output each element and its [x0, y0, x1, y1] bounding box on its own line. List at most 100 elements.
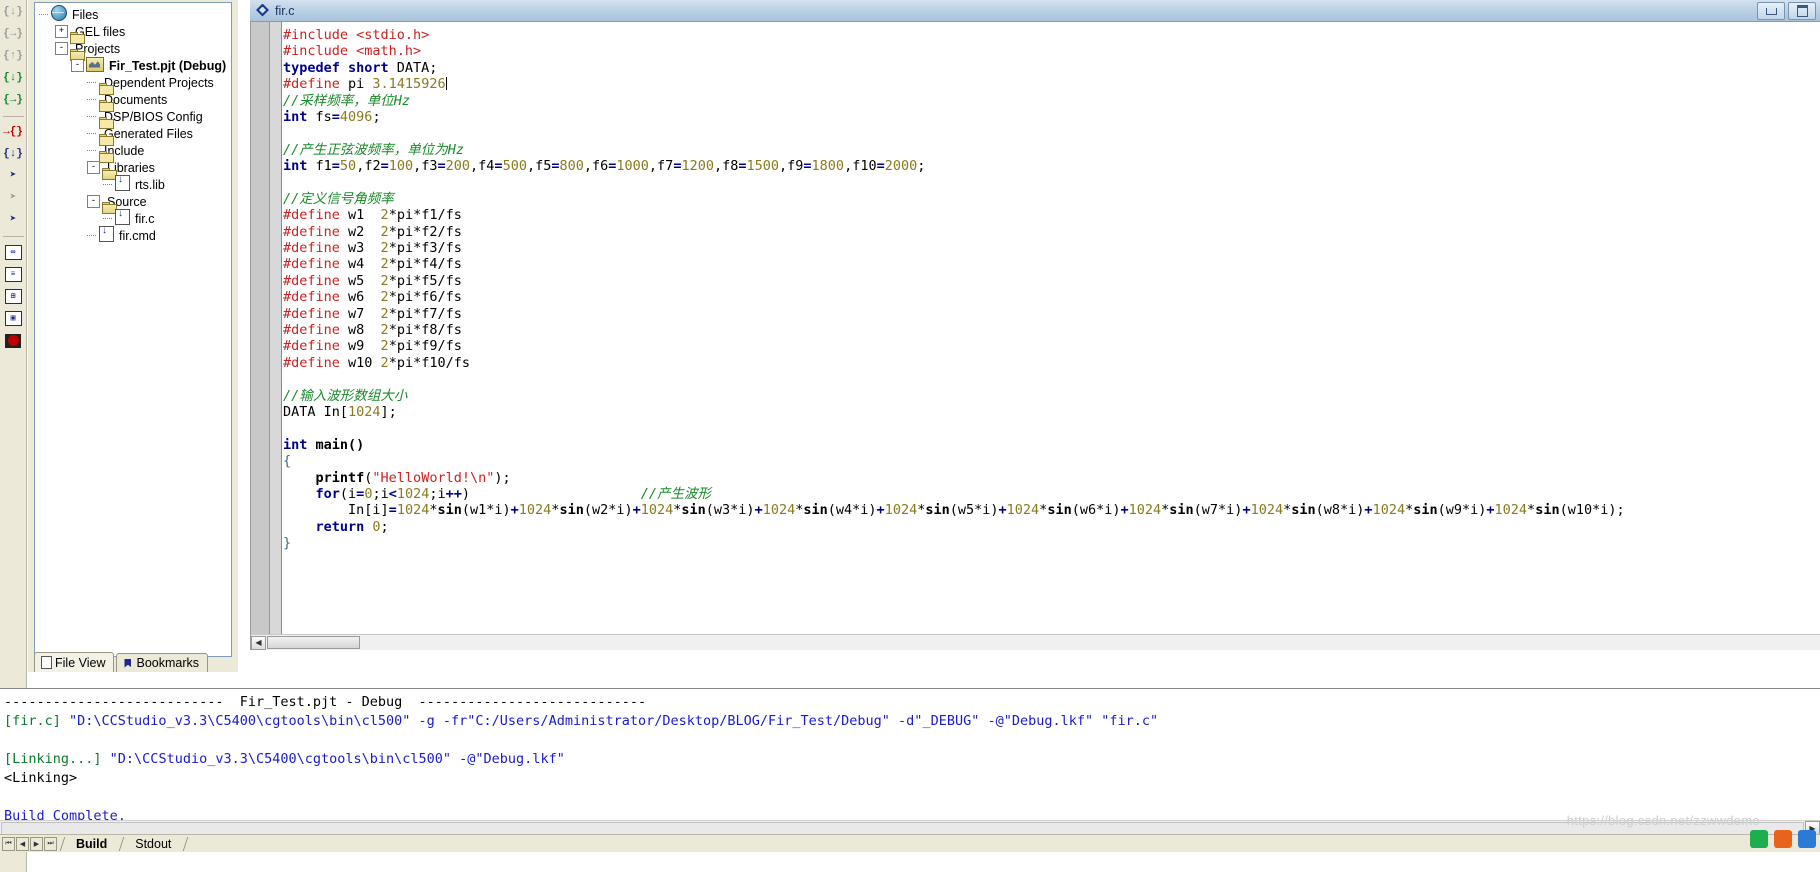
editor-bookmark-gutter[interactable]: [270, 22, 282, 650]
code-line[interactable]: //定义信号角频率: [283, 191, 1813, 207]
editor-horizontal-scrollbar[interactable]: ◀: [251, 634, 1820, 650]
code-line[interactable]: #define w8 2*pi*f8/fs: [283, 322, 1813, 338]
tree-item-dependent-projects[interactable]: Dependent Projects: [39, 74, 231, 95]
code-line[interactable]: #define w10 2*pi*f10/fs: [283, 355, 1813, 371]
code-line[interactable]: [283, 175, 1813, 191]
code-line[interactable]: [283, 125, 1813, 141]
tree-collapse-icon[interactable]: -: [87, 161, 100, 174]
set-pc-to-cursor-icon[interactable]: {↓}: [2, 144, 25, 165]
code-line[interactable]: [283, 371, 1813, 387]
code-token: 1024: [1128, 502, 1162, 519]
tab-build[interactable]: Build: [68, 836, 117, 852]
tab-bookmarks[interactable]: Bookmarks: [116, 653, 209, 672]
code-line[interactable]: #define w6 2*pi*f6/fs: [283, 289, 1813, 305]
taskbar-icons: [1696, 826, 1816, 852]
code-token: (w7*i): [1193, 502, 1243, 519]
memory-window-icon[interactable]: ≡: [2, 264, 25, 285]
editor-titlebar[interactable]: fir.c: [250, 0, 1820, 22]
code-line[interactable]: }: [283, 535, 1813, 551]
editor-breakpoint-gutter[interactable]: [251, 22, 270, 650]
code-line[interactable]: return 0;: [283, 519, 1813, 535]
run-to-cursor-icon[interactable]: →{}: [2, 122, 25, 143]
tab-file-view[interactable]: File View: [34, 652, 115, 672]
code-line[interactable]: {: [283, 453, 1813, 469]
tree-item-fir-c[interactable]: fir.c: [39, 208, 231, 227]
code-line[interactable]: DATA In[1024];: [283, 404, 1813, 420]
code-line[interactable]: #define w7 2*pi*f7/fs: [283, 306, 1813, 322]
tree-item-files[interactable]: Files: [39, 5, 231, 23]
scroll-thumb[interactable]: [267, 636, 360, 649]
tab-separator-mid: [117, 836, 127, 852]
code-line[interactable]: typedef short DATA;: [283, 60, 1813, 76]
tree-collapse-icon[interactable]: -: [87, 195, 100, 208]
code-line[interactable]: //输入波形数组大小: [283, 388, 1813, 404]
tree-item-include[interactable]: Include: [39, 142, 231, 163]
code-line[interactable]: [283, 420, 1813, 436]
code-line[interactable]: int fs=4096;: [283, 109, 1813, 125]
source-code[interactable]: #include <stdio.h> #include <math.h> typed…: [283, 27, 1813, 552]
tab-stdout[interactable]: Stdout: [127, 836, 181, 852]
code-token: 200: [445, 158, 471, 175]
console-horizontal-scrollbar[interactable]: ▶: [0, 820, 1820, 835]
tree-connector: [87, 142, 99, 159]
code-line[interactable]: int f1=50,f2=100,f3=200,f4=500,f5=800,f6…: [283, 158, 1813, 174]
tree-item-dsp-bios-config[interactable]: DSP/BIOS Config: [39, 108, 231, 129]
code-line[interactable]: #include <math.h>: [283, 43, 1813, 59]
scroll-left-button[interactable]: ◀: [251, 635, 266, 650]
editor-text-area[interactable]: #include <stdio.h> #include <math.h> typed…: [250, 22, 1820, 650]
project-tree[interactable]: Files + GEL files - Projects - Fir_Test.pjt (D…: [35, 3, 231, 244]
step-out-disabled-icon[interactable]: {↑}: [2, 46, 25, 67]
code-line[interactable]: #define w4 2*pi*f4/fs: [283, 256, 1813, 272]
tree-item-libraries[interactable]: - Libraries: [39, 159, 231, 180]
code-line[interactable]: #define w3 2*pi*f3/fs: [283, 240, 1813, 256]
code-line[interactable]: #include <stdio.h>: [283, 27, 1813, 43]
tree-item-rts-lib[interactable]: rts.lib: [39, 174, 231, 193]
tab-last-button[interactable]: ⏭: [44, 836, 57, 851]
code-line[interactable]: #define w2 2*pi*f2/fs: [283, 224, 1813, 240]
tree-item-projects[interactable]: - Projects: [39, 40, 231, 61]
console-scroll-track[interactable]: [1, 821, 1804, 835]
code-line[interactable]: int main(): [283, 437, 1813, 453]
tree-item-fir-test-pjt-debug[interactable]: - Fir_Test.pjt (Debug): [39, 56, 231, 74]
step-into-icon[interactable]: {↓}: [2, 68, 25, 89]
tab-next-button[interactable]: ▶: [30, 836, 43, 851]
watch-window-icon[interactable]: ∞: [2, 242, 25, 263]
run-icon[interactable]: ➤: [2, 166, 25, 187]
tree-item-documents[interactable]: Documents: [39, 91, 231, 112]
tree-expand-icon[interactable]: +: [55, 25, 68, 38]
animate-icon[interactable]: ➤: [2, 210, 25, 231]
tree-connector: [87, 74, 99, 91]
project-tree-container[interactable]: Files + GEL files - Projects - Fir_Test.pjt (D…: [34, 2, 232, 657]
code-line[interactable]: printf("HelloWorld!\n");: [283, 470, 1813, 486]
console-line: [fir.c] "D:\CCStudio_v3.3\C5400\cgtools\…: [4, 712, 1794, 731]
code-line[interactable]: #define w1 2*pi*f1/fs: [283, 207, 1813, 223]
tab-prev-button[interactable]: ◀: [16, 836, 29, 851]
step-over-disabled-icon[interactable]: {→}: [2, 24, 25, 45]
code-token: 1024: [884, 502, 918, 519]
restore-button[interactable]: [1788, 2, 1816, 20]
tree-item-generated-files[interactable]: Generated Files: [39, 125, 231, 146]
halt-disabled-icon[interactable]: ➤: [2, 188, 25, 209]
step-over-icon[interactable]: {→}: [2, 90, 25, 111]
cpu-registers-icon[interactable]: ⊞: [2, 286, 25, 307]
code-line[interactable]: #define pi 3.1415926: [283, 76, 1813, 92]
tree-collapse-icon[interactable]: -: [55, 42, 68, 55]
minimize-button[interactable]: [1757, 2, 1785, 20]
code-token: ;: [372, 108, 381, 125]
code-token: ,f8: [713, 158, 739, 175]
code-line[interactable]: #define w9 2*pi*f9/fs: [283, 338, 1813, 354]
tree-item-fir-cmd[interactable]: fir.cmd: [39, 225, 231, 244]
record-icon[interactable]: [2, 330, 25, 351]
tree-collapse-icon[interactable]: -: [71, 59, 84, 72]
code-line[interactable]: //产生正弦波频率，单位为Hz: [283, 142, 1813, 158]
tab-first-button[interactable]: ⏮: [2, 836, 15, 851]
tree-item-source[interactable]: - Source: [39, 193, 231, 214]
code-line[interactable]: for(i=0;i<1024;i++) //产生波形: [283, 486, 1813, 502]
code-token: *pi*f5/fs: [388, 272, 462, 289]
graph-window-icon[interactable]: ▣: [2, 308, 25, 329]
step-into-disabled-icon[interactable]: {↓}: [2, 2, 25, 23]
code-line[interactable]: In[i]=1024*sin(w1*i)+1024*sin(w2*i)+1024…: [283, 502, 1813, 518]
tree-item-gel-files[interactable]: + GEL files: [39, 23, 231, 44]
code-line[interactable]: #define w5 2*pi*f5/fs: [283, 273, 1813, 289]
code-line[interactable]: //采样频率，单位Hz: [283, 93, 1813, 109]
